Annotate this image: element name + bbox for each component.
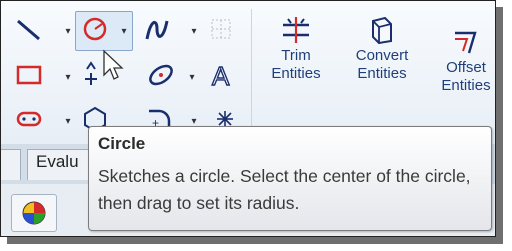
line-tool-button[interactable] [15, 15, 43, 43]
circle-tool-button[interactable] [81, 15, 109, 43]
trim-entities-button[interactable]: Trim Entities [263, 15, 329, 83]
slot-tool-button[interactable] [77, 61, 105, 89]
trim-label-line1: Trim [281, 47, 311, 64]
svg-text:A: A [212, 61, 230, 89]
group-separator [251, 9, 252, 139]
ellipse-icon [149, 64, 173, 86]
slot-plus-icon [85, 61, 97, 85]
grid-snap-icon [211, 19, 231, 39]
trim-label-line2: Entities [271, 65, 321, 82]
offset-label-line2: Entities [441, 77, 491, 94]
rectangle-tool-button[interactable] [15, 61, 43, 89]
tab-partial-left[interactable] [1, 149, 21, 180]
circle-tooltip: Circle Sketches a circle. Select the cen… [88, 126, 492, 231]
slot-dropdown-arrow[interactable]: ▾ [63, 117, 73, 127]
rectangle-dropdown-arrow[interactable]: ▾ [63, 73, 73, 83]
text-tool-button[interactable]: A [209, 61, 237, 89]
convert-label-line1: Convert [355, 47, 409, 64]
ellipse-dropdown-arrow[interactable]: ▾ [187, 73, 197, 83]
line-icon [17, 19, 40, 41]
tooltip-title: Circle [98, 134, 146, 153]
rectangle-icon [16, 65, 42, 85]
convert-label-line2: Entities [357, 65, 407, 82]
spline-tool-button[interactable] [143, 15, 171, 43]
window-frame: ▾ ▾ ▾ ▾ ▾ A ▾ + ▾ Trim Entities Convert … [0, 0, 496, 237]
offset-entities-button[interactable]: Offset Entities [433, 27, 495, 95]
tooltip-description: Sketches a circle. Select the center of … [98, 166, 471, 213]
circle-icon [83, 17, 107, 41]
tab-evaluate-label: Evalu [36, 152, 79, 171]
mouse-cursor-icon [103, 49, 124, 80]
ellipse-tool-button[interactable] [147, 61, 175, 89]
convert-icon [365, 15, 399, 45]
appearance-ball-icon [22, 201, 46, 225]
offset-icon [449, 27, 483, 57]
straight-slot-tool-button[interactable] [15, 105, 43, 133]
appearance-button[interactable] [11, 194, 57, 232]
circle-dropdown-arrow[interactable]: ▾ [119, 27, 129, 37]
grid-tool-button[interactable] [207, 15, 235, 43]
line-dropdown-arrow[interactable]: ▾ [63, 27, 73, 37]
slot-icon [16, 111, 42, 127]
offset-label-line1: Offset [446, 59, 486, 76]
spline-dropdown-arrow[interactable]: ▾ [189, 27, 199, 37]
sketch-ribbon: ▾ ▾ ▾ ▾ ▾ A ▾ + ▾ Trim Entities Convert … [1, 1, 495, 145]
spline-icon [145, 20, 169, 40]
convert-entities-button[interactable]: Convert Entities [343, 15, 421, 83]
sketch-text-icon: A [211, 61, 230, 89]
trim-icon [279, 15, 313, 45]
